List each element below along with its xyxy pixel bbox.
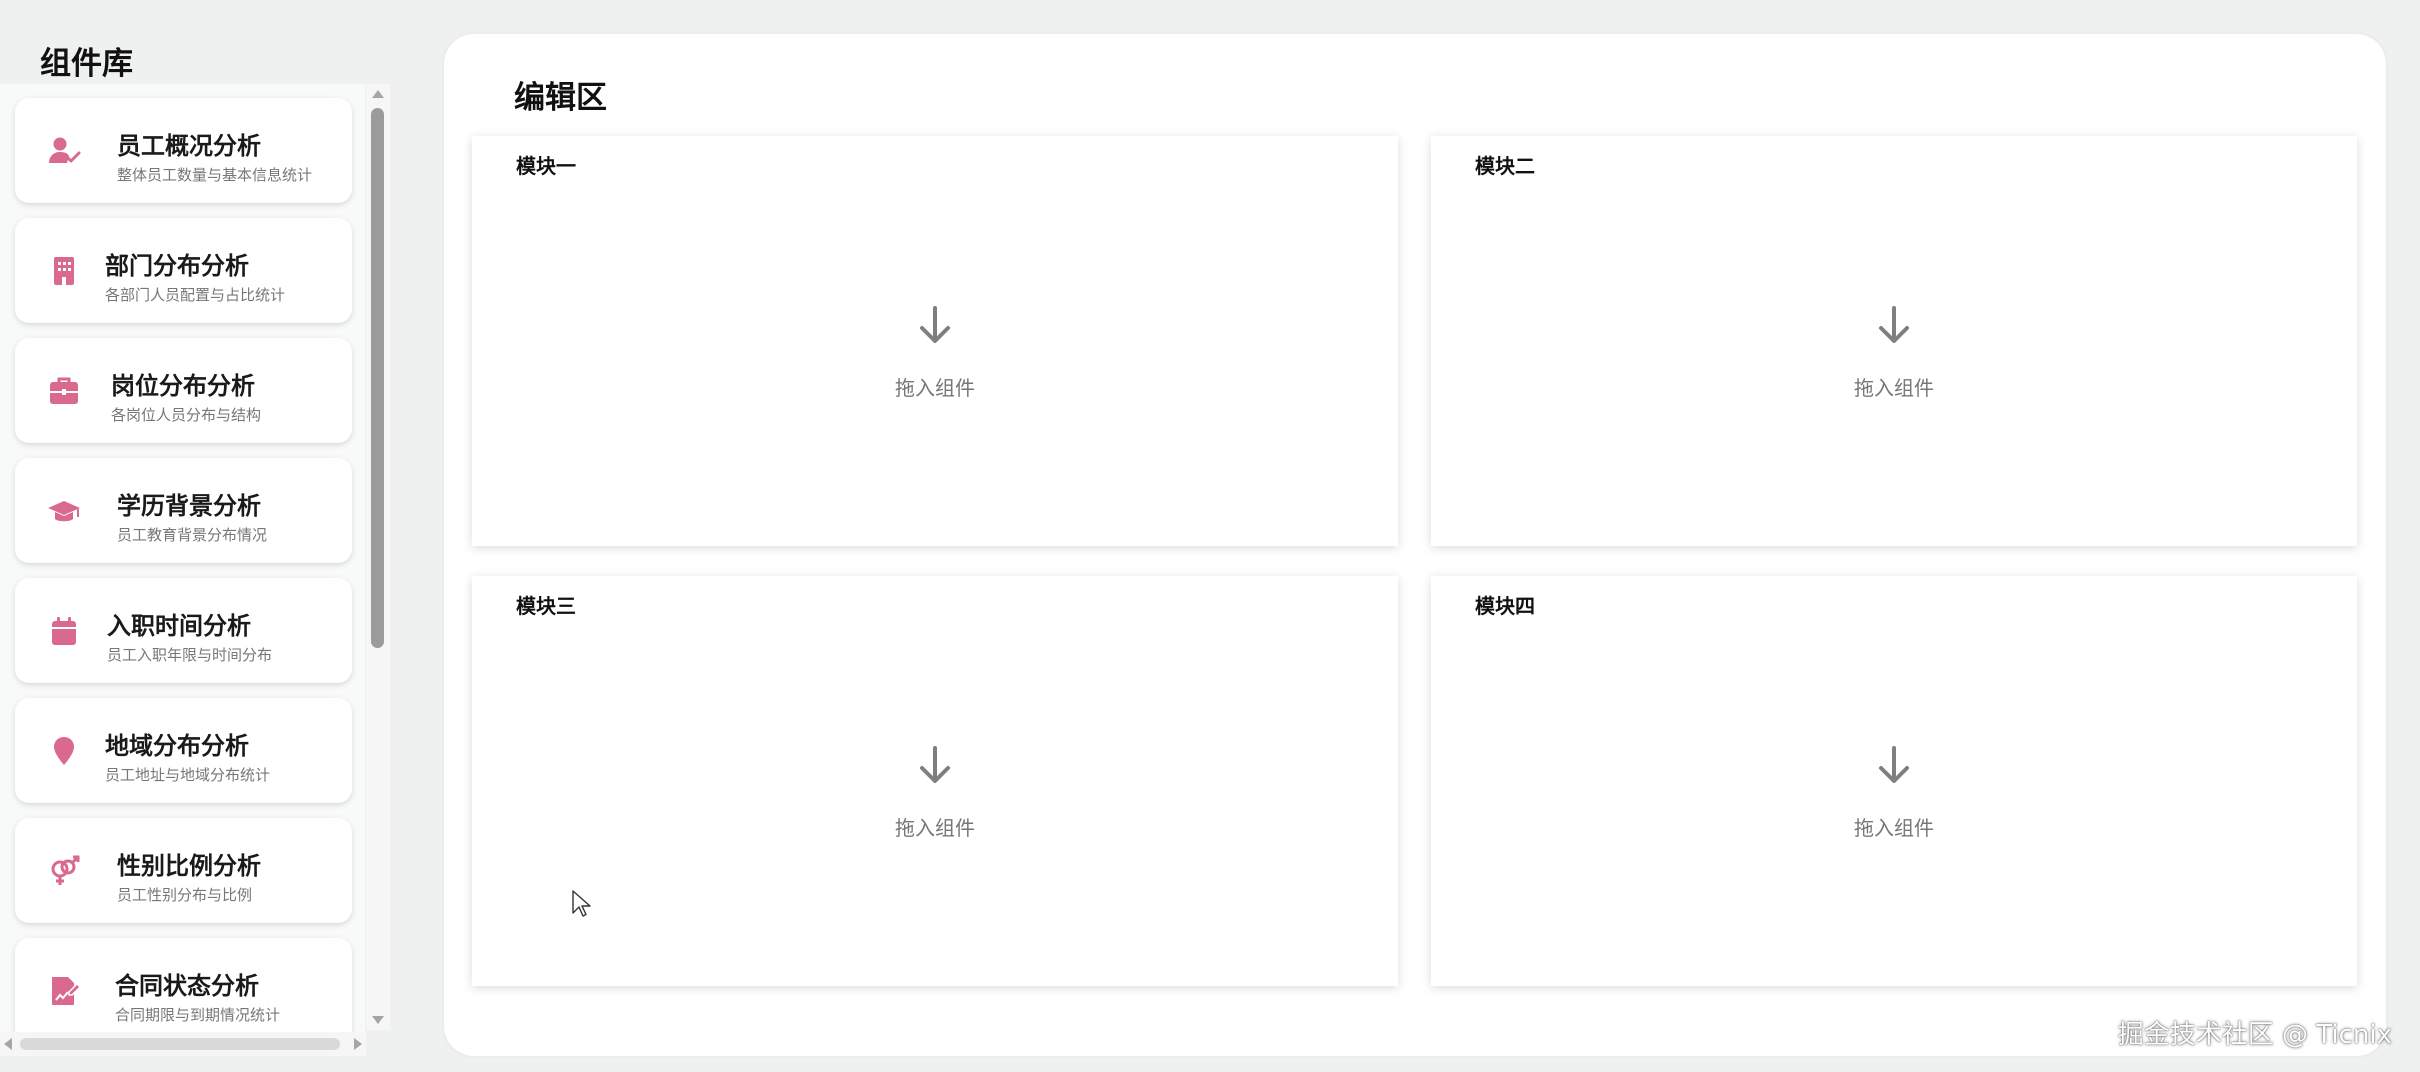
drop-label: 拖入组件 <box>1854 816 1934 840</box>
drop-zone[interactable]: 拖入组件 <box>472 136 1398 546</box>
briefcase-icon <box>47 374 81 408</box>
location-pin-icon <box>47 734 81 768</box>
gender-icon <box>47 854 81 888</box>
component-card-education[interactable]: 学历背景分析 员工教育背景分布情况 <box>15 458 352 563</box>
drop-label: 拖入组件 <box>895 376 975 400</box>
component-desc: 各岗位人员分布与结构 <box>111 406 262 424</box>
component-title: 员工概况分析 <box>117 132 261 160</box>
sidebar-vertical-scrollbar[interactable] <box>366 84 390 1030</box>
component-desc: 员工性别分布与比例 <box>117 886 253 904</box>
component-library-list[interactable]: 员工概况分析 整体员工数量与基本信息统计 部门分布分析 各部门人员配置与占比统计… <box>0 84 365 1054</box>
module-1[interactable]: 模块一 拖入组件 <box>472 136 1398 546</box>
contract-edit-icon <box>47 974 81 1008</box>
vertical-scroll-thumb[interactable] <box>371 108 384 648</box>
sidebar-horizontal-scrollbar[interactable] <box>0 1032 366 1056</box>
sidebar-title: 组件库 <box>40 46 133 82</box>
scroll-right-arrow-icon[interactable] <box>354 1038 362 1050</box>
component-card-employee-overview[interactable]: 员工概况分析 整体员工数量与基本信息统计 <box>15 98 352 203</box>
component-card-gender[interactable]: 性别比例分析 员工性别分布与比例 <box>15 818 352 923</box>
component-title: 岗位分布分析 <box>111 372 255 400</box>
component-desc: 整体员工数量与基本信息统计 <box>117 166 313 184</box>
component-desc: 员工教育背景分布情况 <box>117 526 268 544</box>
component-title: 部门分布分析 <box>105 252 249 280</box>
building-icon <box>47 254 81 288</box>
component-card-contract[interactable]: 合同状态分析 合同期限与到期情况统计 <box>15 938 352 1043</box>
component-title: 合同状态分析 <box>115 972 259 1000</box>
calendar-icon <box>47 614 81 648</box>
editor-title: 编辑区 <box>514 80 607 116</box>
horizontal-scroll-thumb[interactable] <box>20 1038 340 1050</box>
watermark: 掘金技术社区 @ Ticnix <box>2117 1020 2392 1050</box>
arrow-down-icon <box>920 306 950 343</box>
arrow-down-icon <box>1879 306 1909 343</box>
scroll-down-arrow-icon[interactable] <box>372 1016 384 1024</box>
arrow-down-icon <box>1879 746 1909 783</box>
component-desc: 员工地址与地域分布统计 <box>105 766 271 784</box>
component-title: 性别比例分析 <box>117 852 261 880</box>
module-2[interactable]: 模块二 拖入组件 <box>1431 136 2357 546</box>
component-desc: 合同期限与到期情况统计 <box>115 1006 281 1024</box>
component-card-position[interactable]: 岗位分布分析 各岗位人员分布与结构 <box>15 338 352 443</box>
component-title: 地域分布分析 <box>105 732 249 760</box>
drop-label: 拖入组件 <box>895 816 975 840</box>
scroll-left-arrow-icon[interactable] <box>4 1038 12 1050</box>
drop-label: 拖入组件 <box>1854 376 1934 400</box>
component-desc: 员工入职年限与时间分布 <box>107 646 273 664</box>
component-card-department[interactable]: 部门分布分析 各部门人员配置与占比统计 <box>15 218 352 323</box>
graduation-cap-icon <box>47 494 81 528</box>
component-title: 学历背景分析 <box>117 492 261 520</box>
component-title: 入职时间分析 <box>107 612 251 640</box>
component-card-region[interactable]: 地域分布分析 员工地址与地域分布统计 <box>15 698 352 803</box>
arrow-down-icon <box>920 746 950 783</box>
module-4[interactable]: 模块四 拖入组件 <box>1431 576 2357 986</box>
drop-zone[interactable]: 拖入组件 <box>1431 136 2357 546</box>
user-check-icon <box>47 134 81 168</box>
scroll-up-arrow-icon[interactable] <box>372 90 384 98</box>
mouse-cursor-icon <box>572 890 591 917</box>
component-desc: 各部门人员配置与占比统计 <box>105 286 286 304</box>
module-3[interactable]: 模块三 拖入组件 <box>472 576 1398 986</box>
editor-panel: 编辑区 模块一 拖入组件 模块二 拖入组件 模块三 拖入组件 模块四 拖入组件 <box>444 34 2386 1056</box>
drop-zone[interactable]: 拖入组件 <box>472 576 1398 986</box>
component-card-onboarding-time[interactable]: 入职时间分析 员工入职年限与时间分布 <box>15 578 352 683</box>
drop-zone[interactable]: 拖入组件 <box>1431 576 2357 986</box>
